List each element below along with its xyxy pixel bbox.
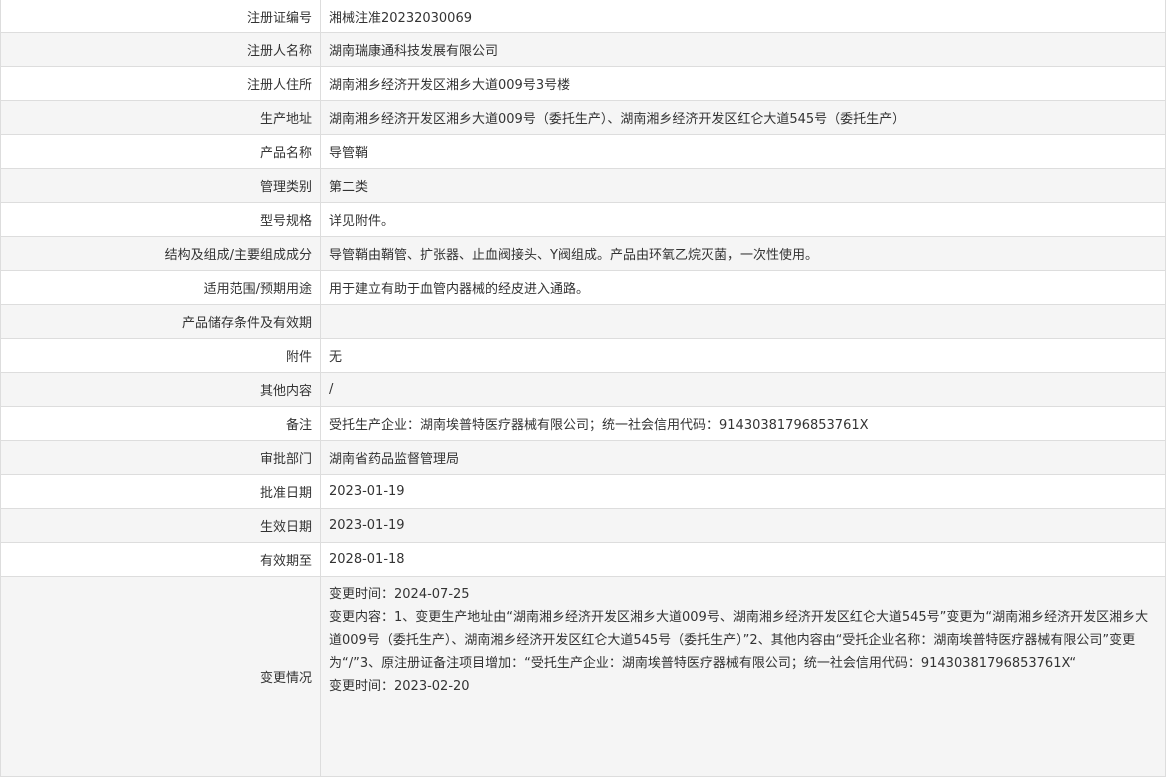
- table-row: 生效日期 2023-01-19: [1, 509, 1165, 543]
- table-row: 注册证编号 湘械注准20232030069: [1, 0, 1165, 33]
- table-row: 审批部门 湖南省药品监督管理局: [1, 441, 1165, 475]
- table-row: 其他内容 /: [1, 373, 1165, 407]
- table-row: 结构及组成/主要组成成分 导管鞘由鞘管、扩张器、止血阀接头、Y阀组成。产品由环氧…: [1, 237, 1165, 271]
- row-value: 第二类: [329, 180, 369, 195]
- row-value: 受托生产企业：湖南埃普特医疗器械有限公司；统一社会信用代码：9143038179…: [329, 418, 869, 433]
- change-history-row: 变更情况 变更时间：2024-07-25 变更内容：1、变更生产地址由“湖南湘乡…: [1, 577, 1165, 777]
- row-label: 其他内容: [1, 373, 321, 406]
- change-time: 变更时间：2023-02-20: [329, 679, 470, 694]
- row-value: 湖南湘乡经济开发区湘乡大道009号（委托生产）、湖南湘乡经济开发区红仑大道545…: [329, 112, 906, 127]
- table-row: 管理类别 第二类: [1, 169, 1165, 203]
- row-label: 注册人名称: [1, 33, 321, 66]
- row-value: [321, 305, 1165, 338]
- row-label: 产品储存条件及有效期: [1, 305, 321, 338]
- row-label: 批准日期: [1, 475, 321, 508]
- row-label: 注册证编号: [1, 0, 321, 32]
- row-label: 审批部门: [1, 441, 321, 474]
- change-history-label: 变更情况: [1, 577, 321, 776]
- table-row: 附件 无: [1, 339, 1165, 373]
- table-row: 适用范围/预期用途 用于建立有助于血管内器械的经皮进入通路。: [1, 271, 1165, 305]
- change-time: 变更时间：2024-07-25: [329, 587, 470, 602]
- row-value: 湖南湘乡经济开发区湘乡大道009号3号楼: [329, 78, 571, 93]
- table-row: 批准日期 2023-01-19: [1, 475, 1165, 509]
- row-value: 详见附件。: [329, 214, 395, 229]
- row-label: 备注: [1, 407, 321, 440]
- row-value: 湘械注准20232030069: [329, 10, 472, 26]
- row-value: 用于建立有助于血管内器械的经皮进入通路。: [329, 282, 590, 297]
- row-value: 2028-01-18: [329, 552, 405, 567]
- row-label: 型号规格: [1, 203, 321, 236]
- table-row: 生产地址 湖南湘乡经济开发区湘乡大道009号（委托生产）、湖南湘乡经济开发区红仑…: [1, 101, 1165, 135]
- table-row: 注册人住所 湖南湘乡经济开发区湘乡大道009号3号楼: [1, 67, 1165, 101]
- row-label: 注册人住所: [1, 67, 321, 100]
- row-label: 有效期至: [1, 543, 321, 576]
- table-row: 有效期至 2028-01-18: [1, 543, 1165, 577]
- table-row: 备注 受托生产企业：湖南埃普特医疗器械有限公司；统一社会信用代码：9143038…: [1, 407, 1165, 441]
- row-label: 产品名称: [1, 135, 321, 168]
- table-row: 产品名称 导管鞘: [1, 135, 1165, 169]
- row-label: 生产地址: [1, 101, 321, 134]
- row-label: 结构及组成/主要组成成分: [1, 237, 321, 270]
- change-content: 变更内容：1、变更生产地址由“湖南湘乡经济开发区湘乡大道009号、湖南湘乡经济开…: [329, 610, 1149, 671]
- row-label: 生效日期: [1, 509, 321, 542]
- row-value: 2023-01-19: [329, 484, 405, 499]
- row-value: 导管鞘: [329, 146, 369, 161]
- row-value: /: [329, 382, 334, 397]
- change-history-value: 变更时间：2024-07-25 变更内容：1、变更生产地址由“湖南湘乡经济开发区…: [321, 577, 1165, 776]
- table-row: 产品储存条件及有效期: [1, 305, 1165, 339]
- row-value: 导管鞘由鞘管、扩张器、止血阀接头、Y阀组成。产品由环氧乙烷灭菌，一次性使用。: [329, 248, 818, 263]
- row-label: 适用范围/预期用途: [1, 271, 321, 304]
- table-row: 注册人名称 湖南瑞康通科技发展有限公司: [1, 33, 1165, 67]
- row-value: 湖南省药品监督管理局: [329, 452, 460, 467]
- row-label: 附件: [1, 339, 321, 372]
- table-row: 型号规格 详见附件。: [1, 203, 1165, 237]
- row-value: 湖南瑞康通科技发展有限公司: [329, 44, 499, 59]
- registration-table: 注册证编号 湘械注准20232030069 注册人名称 湖南瑞康通科技发展有限公…: [0, 0, 1166, 777]
- row-label: 管理类别: [1, 169, 321, 202]
- row-value: 2023-01-19: [329, 518, 405, 533]
- row-value: 无: [329, 350, 343, 365]
